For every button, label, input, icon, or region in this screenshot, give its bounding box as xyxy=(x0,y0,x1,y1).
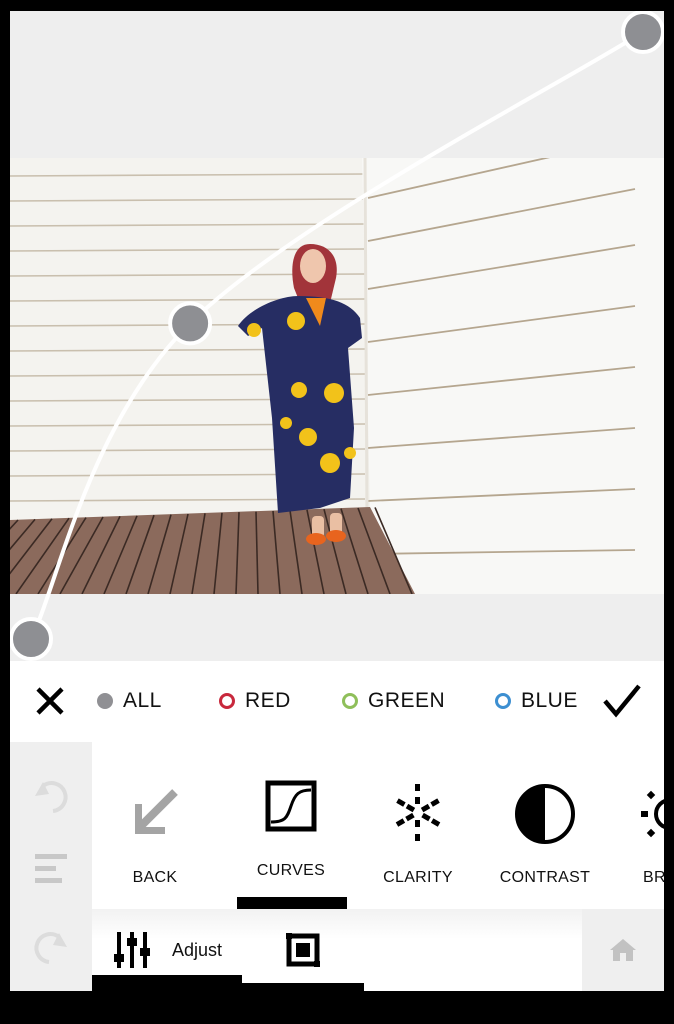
channel-green-ring xyxy=(342,693,358,709)
channel-blue-ring xyxy=(495,693,511,709)
home-icon xyxy=(610,939,636,961)
tool-curves[interactable]: CURVES xyxy=(228,742,354,909)
channel-green-label: GREEN xyxy=(368,689,446,712)
editor-canvas xyxy=(10,11,664,661)
active-tab-indicator xyxy=(92,975,242,991)
brightness-icon xyxy=(641,790,664,838)
adjust-tools-strip[interactable]: BACK CURVES CLARITY CONTRAST BR xyxy=(92,742,664,909)
photo-editor-screen: ALL RED GREEN BLUE BACK CURVES CLARITY C… xyxy=(10,11,664,991)
channel-all[interactable]: ALL xyxy=(97,661,162,741)
channel-all-label: ALL xyxy=(123,689,162,712)
right-wall xyxy=(362,158,664,594)
curves-icon xyxy=(265,780,317,832)
active-tool-indicator xyxy=(237,897,347,909)
tool-curves-label: CURVES xyxy=(256,862,326,879)
tab-crop[interactable] xyxy=(242,909,364,991)
checkmark-icon xyxy=(603,684,641,718)
cancel-button[interactable] xyxy=(32,661,68,741)
channel-green[interactable]: GREEN xyxy=(342,661,445,741)
tab-divider-bar xyxy=(242,983,364,991)
tool-back[interactable]: BACK xyxy=(92,742,218,909)
tool-brightness-label: BRIG xyxy=(643,869,664,886)
sliders-icon xyxy=(114,932,150,968)
back-arrow-icon xyxy=(135,789,178,834)
home-button[interactable] xyxy=(582,909,664,991)
photo-image xyxy=(10,158,664,594)
channel-blue[interactable]: BLUE xyxy=(495,661,578,741)
tool-contrast-label: CONTRAST xyxy=(499,869,591,886)
channel-red-ring xyxy=(219,693,235,709)
channel-all-dot xyxy=(97,693,113,709)
tab-adjust-label: Adjust xyxy=(172,939,223,960)
redo-icon xyxy=(34,932,67,964)
menu-lines-icon xyxy=(35,854,67,883)
tool-back-label: BACK xyxy=(132,869,178,886)
curve-control-point-1[interactable] xyxy=(168,301,213,346)
redo-button[interactable] xyxy=(10,917,92,977)
crop-icon xyxy=(286,933,320,967)
channel-red-label: RED xyxy=(245,689,291,712)
channel-selector-bar: ALL RED GREEN BLUE xyxy=(10,661,664,741)
tool-brightness[interactable]: BRIG xyxy=(608,742,664,909)
clarity-icon xyxy=(395,784,441,841)
curve-control-point-0[interactable] xyxy=(10,617,53,661)
tool-clarity[interactable]: CLARITY xyxy=(355,742,481,909)
history-sidebar xyxy=(10,742,92,991)
apply-button[interactable] xyxy=(600,661,644,741)
tool-clarity-label: CLARITY xyxy=(383,869,453,886)
photo-preview xyxy=(10,158,664,594)
channel-red[interactable]: RED xyxy=(219,661,291,741)
tool-contrast[interactable]: CONTRAST xyxy=(482,742,608,909)
contrast-icon xyxy=(515,784,575,844)
bottom-tab-bar: Adjust xyxy=(92,909,664,991)
curve-control-point-2[interactable] xyxy=(621,11,664,54)
history-menu-button[interactable] xyxy=(10,838,92,898)
undo-icon xyxy=(35,781,68,813)
undo-button[interactable] xyxy=(10,766,92,826)
channel-blue-label: BLUE xyxy=(521,689,578,712)
close-x-icon xyxy=(36,687,64,715)
